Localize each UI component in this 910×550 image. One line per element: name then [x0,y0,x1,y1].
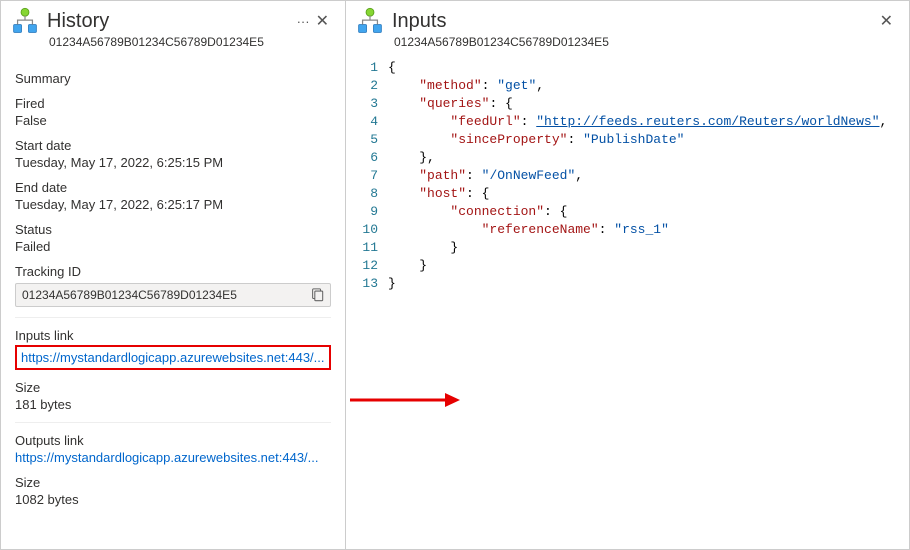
tracking-id-value: 01234A56789B01234C56789D01234E5 [22,288,304,302]
line-numbers: 12345678910111213 [346,59,388,549]
inputs-size-value: 181 bytes [15,397,331,412]
inputs-id: 01234A56789B01234C56789D01234E5 [346,35,909,57]
outputs-link[interactable]: https://mystandardlogicapp.azurewebsites… [15,450,319,465]
code-viewer[interactable]: 12345678910111213 { "method": "get", "qu… [346,57,909,549]
tracking-id-label: Tracking ID [15,264,331,279]
summary-heading: Summary [15,71,331,86]
start-date-value: Tuesday, May 17, 2022, 6:25:15 PM [15,155,331,170]
app-container: History ··· ✕ 01234A56789B01234C56789D01… [0,0,910,550]
history-title: History [47,10,291,33]
end-date-label: End date [15,180,331,195]
history-header: History ··· ✕ [1,1,345,39]
end-date-value: Tuesday, May 17, 2022, 6:25:17 PM [15,197,331,212]
inputs-header: Inputs ✕ [346,1,909,39]
copy-icon[interactable] [310,288,324,302]
status-label: Status [15,222,331,237]
outputs-size-value: 1082 bytes [15,492,331,507]
start-date-label: Start date [15,138,331,153]
logic-app-icon [356,7,384,35]
history-id: 01234A56789B01234C56789D01234E5 [1,35,345,57]
tracking-id-field[interactable]: 01234A56789B01234C56789D01234E5 [15,283,331,307]
logic-app-icon [11,7,39,35]
history-panel: History ··· ✕ 01234A56789B01234C56789D01… [1,1,346,549]
outputs-size-label: Size [15,475,331,490]
inputs-title: Inputs [392,10,874,33]
inputs-link[interactable]: https://mystandardlogicapp.azurewebsites… [21,350,325,365]
inputs-link-highlight: https://mystandardlogicapp.azurewebsites… [15,345,331,370]
history-body: Summary Fired False Start date Tuesday, … [1,57,345,517]
fired-label: Fired [15,96,331,111]
outputs-link-label: Outputs link [15,433,331,448]
close-icon[interactable]: ✕ [310,9,335,33]
fired-value: False [15,113,331,128]
inputs-panel: Inputs ✕ 01234A56789B01234C56789D01234E5… [346,1,909,549]
status-value: Failed [15,239,331,254]
close-icon[interactable]: ✕ [874,9,899,33]
more-icon[interactable]: ··· [297,14,310,29]
inputs-size-label: Size [15,380,331,395]
code-content: { "method": "get", "queries": { "feedUrl… [388,59,909,549]
inputs-link-label: Inputs link [15,328,331,343]
